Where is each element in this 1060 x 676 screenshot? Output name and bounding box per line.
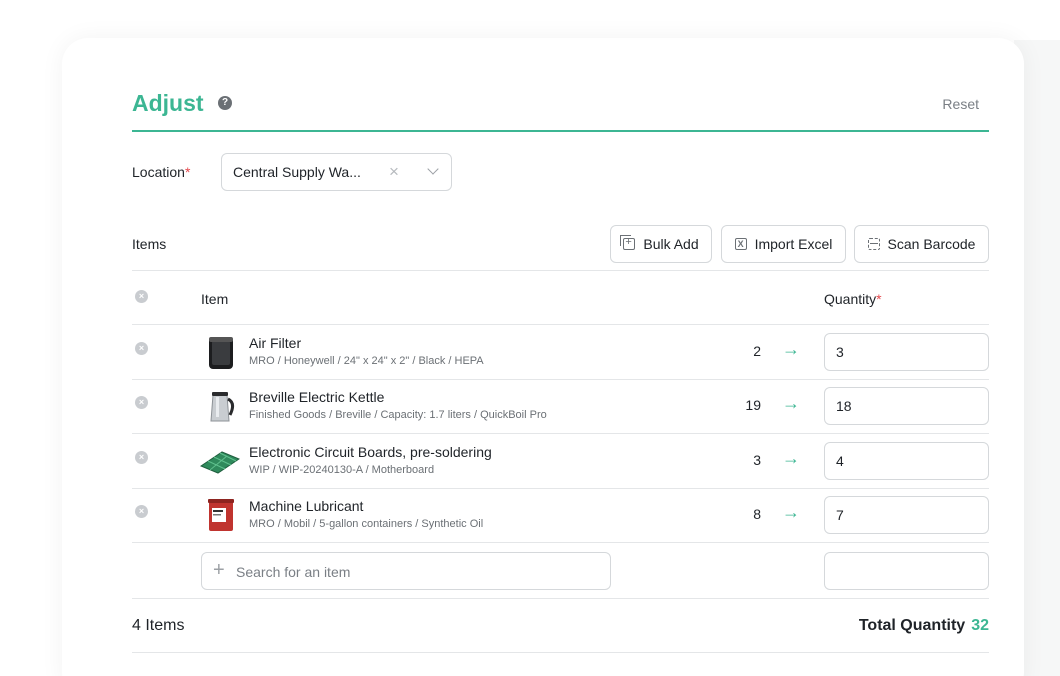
divider — [132, 598, 989, 599]
import-excel-button[interactable]: X Import Excel — [721, 225, 846, 263]
column-header-quantity: Quantity* — [824, 291, 882, 307]
item-name: Breville Electric Kettle — [249, 389, 385, 405]
adjust-card: Adjust ? Reset Location* Central Supply … — [62, 38, 1024, 676]
location-value: Central Supply Wa... — [233, 164, 361, 180]
scan-barcode-button[interactable]: Scan Barcode — [854, 225, 989, 263]
bulk-add-button[interactable]: Bulk Add — [610, 225, 712, 263]
scan-barcode-label: Scan Barcode — [887, 236, 976, 252]
divider — [132, 652, 989, 653]
item-path: MRO / Mobil / 5-gallon containers / Synt… — [249, 518, 484, 530]
total-quantity-label: Total Quantity — [858, 617, 966, 634]
current-quantity: 2 — [753, 343, 761, 359]
arrow-right-icon: → — [782, 339, 800, 359]
search-placeholder: Search for an item — [236, 564, 351, 580]
excel-icon: X — [734, 238, 747, 250]
divider — [132, 270, 989, 271]
clear-all-icon[interactable]: × — [135, 290, 148, 303]
arrow-right-icon: → — [782, 502, 800, 522]
quantity-input[interactable]: 4 — [824, 442, 989, 480]
column-header-item: Item — [201, 291, 229, 307]
bulk-add-icon — [620, 235, 636, 250]
quantity-input[interactable]: 18 — [824, 387, 989, 425]
new-quantity-input[interactable] — [824, 552, 989, 590]
item-name: Electronic Circuit Boards, pre-soldering — [249, 444, 492, 460]
bulk-add-label: Bulk Add — [643, 236, 699, 252]
item-path: Finished Goods / Breville / Capacity: 1.… — [249, 409, 547, 421]
lubricant-bucket-thumbnail — [208, 499, 234, 531]
table-row: × Electronic Circuit Boards, pre-solderi… — [132, 434, 989, 488]
chevron-down-icon[interactable] — [427, 163, 439, 175]
page-title: Adjust — [132, 90, 204, 116]
total-quantity-value: 32 — [971, 617, 989, 634]
kettle-thumbnail — [210, 392, 235, 422]
remove-row-icon[interactable]: × — [135, 396, 148, 409]
quantity-header-text: Quantity — [824, 291, 877, 307]
items-count: 4 Items — [132, 617, 185, 634]
close-icon[interactable]: × — [389, 162, 399, 182]
reset-button[interactable]: Reset — [942, 96, 979, 112]
air-filter-thumbnail — [209, 337, 233, 369]
table-row: × Machine Lubricant MRO / Mobil / 5-gall… — [132, 488, 989, 542]
item-path: WIP / WIP-20240130-A / Motherboard — [249, 464, 435, 476]
remove-row-icon[interactable]: × — [135, 505, 148, 518]
items-label: Items — [132, 236, 167, 252]
item-path: MRO / Honeywell / 24" x 24" x 2" / Black… — [249, 355, 484, 367]
table-row: × Air Filter MRO / Honeywell / 24" x 24"… — [132, 325, 989, 379]
import-excel-label: Import Excel — [754, 236, 833, 252]
arrow-right-icon: → — [782, 448, 800, 468]
barcode-scan-icon — [867, 238, 880, 250]
item-search-input[interactable]: + Search for an item — [201, 552, 611, 590]
remove-row-icon[interactable]: × — [135, 451, 148, 464]
required-mark: * — [184, 164, 191, 180]
circuit-board-thumbnail — [200, 451, 240, 474]
current-quantity: 19 — [745, 397, 761, 413]
item-name: Air Filter — [249, 335, 302, 351]
total-quantity: Total Quantity 32 — [859, 617, 989, 635]
required-mark: * — [876, 291, 882, 307]
location-select[interactable]: Central Supply Wa... × — [221, 153, 452, 191]
arrow-right-icon: → — [782, 393, 800, 413]
item-name: Machine Lubricant — [249, 498, 364, 514]
question-circle-icon[interactable]: ? — [218, 96, 232, 110]
plus-icon: + — [213, 559, 225, 581]
location-label-text: Location — [132, 164, 185, 180]
location-label: Location* — [132, 164, 190, 180]
quantity-input[interactable]: 3 — [824, 333, 989, 371]
header: Adjust ? Reset — [132, 88, 989, 132]
quantity-input[interactable]: 7 — [824, 496, 989, 534]
current-quantity: 8 — [753, 506, 761, 522]
divider — [132, 542, 989, 543]
current-quantity: 3 — [753, 452, 761, 468]
remove-row-icon[interactable]: × — [135, 342, 148, 355]
table-row: × Breville Electric Kettle Finished Good… — [132, 379, 989, 433]
